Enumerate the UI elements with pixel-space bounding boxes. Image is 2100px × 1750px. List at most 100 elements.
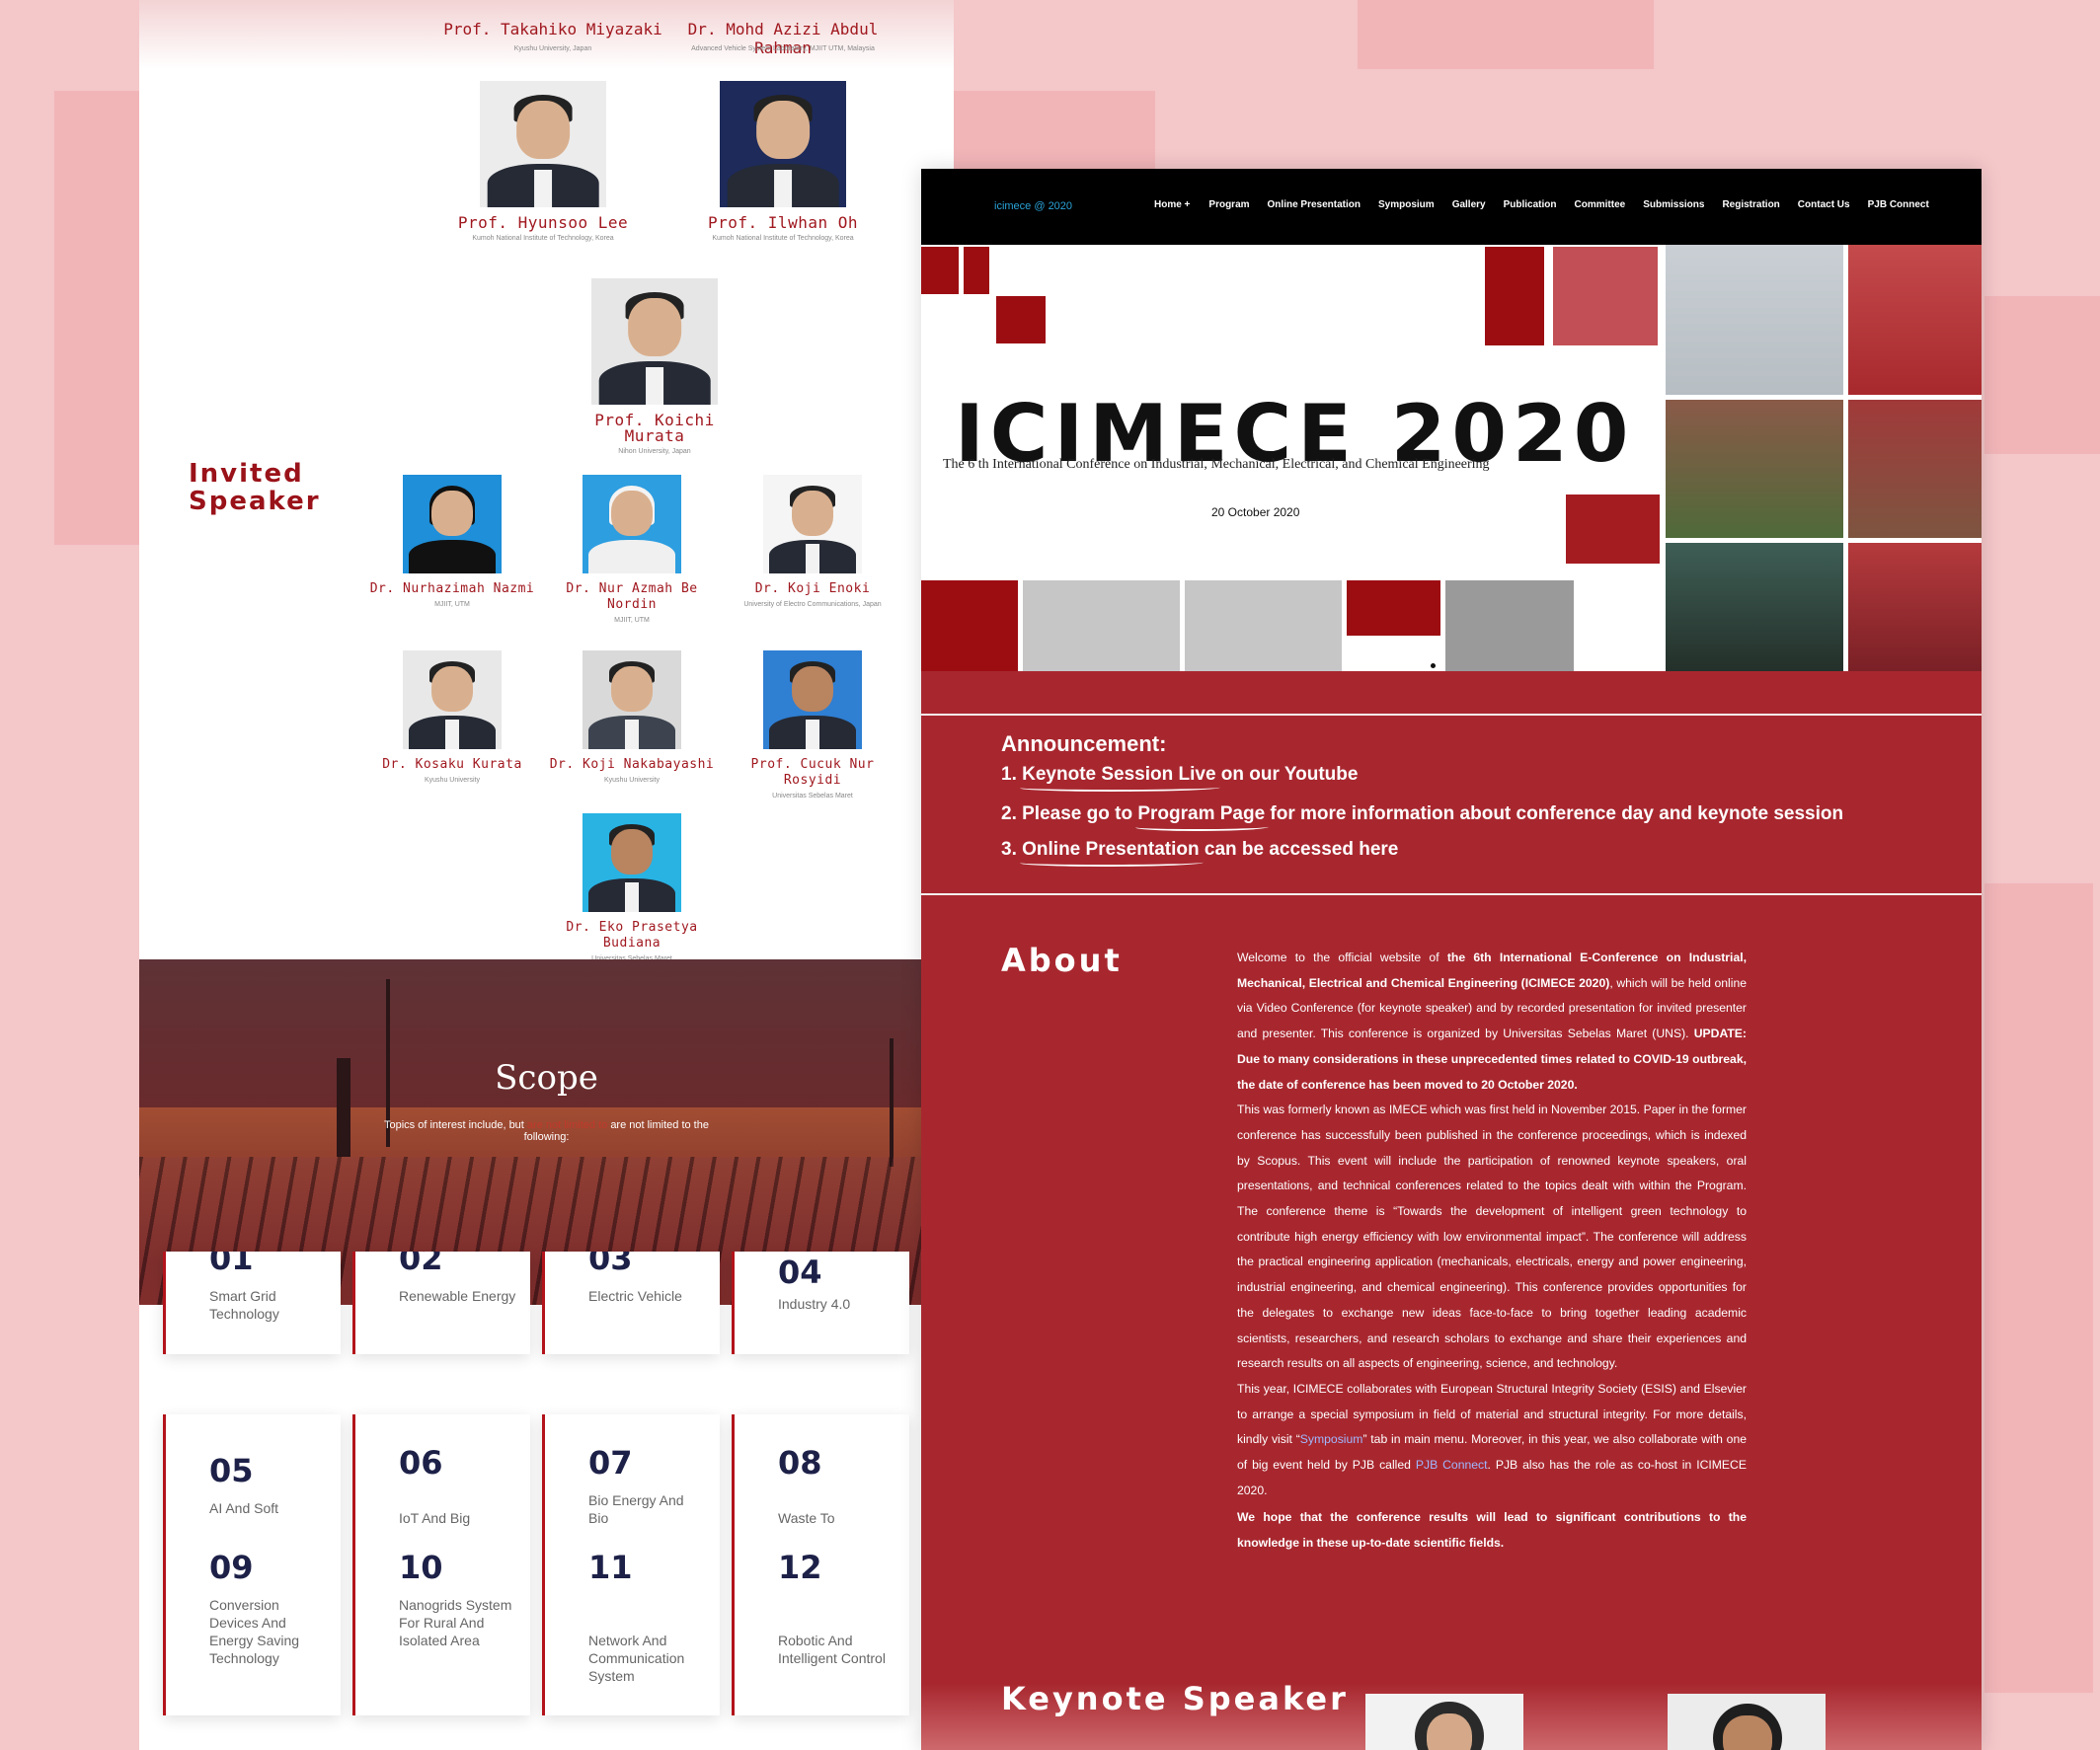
speaker-name: Dr. Kosaku Kurata — [382, 757, 522, 772]
speaker-card: Dr. Eko Prasetya Budiana Universitas Seb… — [543, 813, 721, 963]
scope-subtitle: Topics of interest include, but are not … — [381, 1119, 712, 1143]
topic-card[interactable]: 02 Renewable Energy — [352, 1252, 530, 1354]
top-navbar: icimece @ 2020 Home + Program Online Pre… — [921, 169, 1982, 245]
campus-photo — [1666, 400, 1843, 538]
hero-banner: ICIMECE 2020 The 6 th International Conf… — [921, 245, 1982, 671]
topic-label: Electric Vehicle — [588, 1288, 682, 1304]
nav-contact-us[interactable]: Contact Us — [1798, 199, 1850, 210]
announcement-item: 3. Online Presentation can be accessed h… — [1001, 839, 1398, 861]
decor-square — [921, 247, 959, 294]
speaker-card: Prof. Koichi Murata Nihon University, Ja… — [566, 278, 743, 456]
speaker-card: Dr. Koji Nakabayashi Kyushu University — [543, 650, 721, 785]
scope-title: Scope — [495, 1058, 598, 1098]
speaker-affiliation: Kyushu University — [603, 777, 661, 784]
about-paragraph: Welcome to the official website of the 6… — [1237, 946, 1747, 1098]
speaker-affiliation: Universitas Sebelas Maret — [772, 793, 853, 799]
campus-photo — [1848, 400, 1982, 538]
announcement-text: for more information about conference da… — [1265, 803, 1844, 824]
speaker-affiliation: Nihon University, Japan — [618, 448, 691, 455]
topic-card[interactable]: 06 IoT And Big 10 Nanogrids System For R… — [352, 1414, 530, 1715]
speakers-scope-page: Prof. Takahiko Miyazaki Kyushu Universit… — [139, 0, 954, 1750]
speaker-name: Dr. Koji Enoki — [754, 581, 871, 596]
nav-online-presentation[interactable]: Online Presentation — [1268, 199, 1361, 210]
announcement-text: 1. — [1001, 764, 1023, 785]
topic-number: 03 — [588, 1252, 633, 1277]
nav-symposium[interactable]: Symposium — [1378, 199, 1435, 210]
speaker-affiliation: Kumoh National Institute of Technology, … — [712, 235, 854, 242]
nav-program[interactable]: Program — [1208, 199, 1249, 210]
pjb-connect-link[interactable]: PJB Connect — [1416, 1458, 1488, 1472]
topic-card[interactable]: 04 Industry 4.0 — [732, 1252, 909, 1354]
topic-label: Conversion Devices And Energy Saving Tec… — [209, 1597, 300, 1666]
speaker-card: Prof. Cucuk Nur Rosyidi Universitas Sebe… — [724, 650, 901, 800]
announcement-box: Announcement: 1. Keynote Session Live on… — [921, 714, 1982, 895]
topic-number: 06 — [399, 1444, 443, 1482]
speaker-card: Prof. Ilwhan Oh Kumoh National Institute… — [694, 81, 872, 243]
campus-photo — [1848, 543, 1982, 671]
hero-date: 20 October 2020 — [1211, 505, 1300, 519]
topic-card[interactable]: 07 Bio Energy And Bio 11 Network And Com… — [542, 1414, 720, 1715]
nav-submissions[interactable]: Submissions — [1643, 199, 1704, 210]
topic-label: Network And Communication System — [588, 1633, 685, 1684]
speaker-photo — [720, 81, 846, 207]
speaker-name: Prof. Ilwhan Oh — [708, 213, 858, 232]
topic-card[interactable]: 03 Electric Vehicle — [542, 1252, 720, 1354]
speaker-name: Prof. Koichi Murata — [594, 411, 715, 445]
nav-registration[interactable]: Registration — [1722, 199, 1779, 210]
topic-label: Renewable Energy — [399, 1288, 516, 1304]
topic-number: 04 — [778, 1254, 822, 1291]
decor-square — [1445, 580, 1574, 671]
background-block — [1984, 296, 2100, 454]
speaker-photo — [591, 278, 718, 405]
speaker-card: Dr. Nur Azmah Be Nordin MJIIT, UTM — [543, 475, 721, 625]
campus-photo — [1666, 543, 1843, 671]
decor-square — [1566, 495, 1660, 564]
symposium-link[interactable]: Symposium — [1300, 1432, 1363, 1446]
campus-photo — [1848, 245, 1982, 395]
about-paragraph: We hope that the conference results will… — [1237, 1510, 1747, 1551]
speaker-affiliation: Kyushu University, Japan — [513, 45, 592, 52]
keynote-session-link[interactable]: Keynote Session Live — [1022, 764, 1215, 785]
speaker-photo — [763, 650, 862, 749]
slider-dot[interactable] — [1431, 663, 1436, 668]
announcement-item: 1. Keynote Session Live on our Youtube — [1001, 764, 1358, 786]
topic-label: Robotic And Intelligent Control — [778, 1633, 886, 1666]
topic-card[interactable]: 05 AI And Soft Computing 09 Conversion D… — [163, 1414, 341, 1715]
program-page-link[interactable]: Program Page — [1137, 803, 1265, 824]
speaker-name: Dr. Nur Azmah Be Nordin — [566, 581, 698, 612]
online-presentation-link[interactable]: Online Presentation — [1022, 839, 1199, 860]
about-heading: About — [1001, 942, 1123, 979]
decor-square — [964, 247, 989, 294]
topic-card[interactable]: 08 Waste To 12 Robotic And Intelligent C… — [732, 1414, 909, 1715]
site-logo[interactable]: icimece @ 2020 — [994, 200, 1072, 212]
announcement-text: can be accessed here — [1199, 839, 1399, 860]
decor-square — [1023, 580, 1180, 671]
topic-label: Waste To — [778, 1510, 835, 1526]
speaker-photo — [583, 650, 681, 749]
topic-label: AI And Soft Computing — [209, 1500, 279, 1516]
nav-pjb-connect[interactable]: PJB Connect — [1868, 199, 1929, 210]
topic-label: Bio Energy And Bio — [588, 1492, 684, 1526]
main-menu: Home + Program Online Presentation Sympo… — [1154, 199, 1929, 210]
decor-square — [1485, 247, 1544, 345]
nav-publication[interactable]: Publication — [1504, 199, 1557, 210]
topic-card[interactable]: 01 Smart Grid Technology — [163, 1252, 341, 1354]
nav-committee[interactable]: Committee — [1575, 199, 1626, 210]
speaker-affiliation: Kumoh National Institute of Technology, … — [472, 235, 614, 242]
topic-number: 11 — [588, 1549, 633, 1586]
decor-square — [1185, 580, 1342, 671]
about-paragraph: This was formerly known as IMECE which w… — [1237, 1103, 1747, 1371]
speaker-card: Prof. Hyunsoo Lee Kumoh National Institu… — [454, 81, 632, 243]
background-block — [1984, 883, 2093, 1693]
speaker-photo — [583, 475, 681, 573]
nav-gallery[interactable]: Gallery — [1452, 199, 1486, 210]
speaker-affiliation: Advanced Vehicle System Laboratory, MJII… — [691, 45, 875, 52]
speaker-name: Dr. Nurhazimah Nazmi — [369, 581, 535, 596]
speaker-photo — [480, 81, 606, 207]
speaker-affiliation: Kyushu University — [424, 777, 481, 784]
speaker-photo — [403, 475, 502, 573]
speaker-card: Dr. Kosaku Kurata Kyushu University — [363, 650, 541, 785]
topic-number: 02 — [399, 1252, 443, 1277]
decor-square — [921, 580, 1018, 671]
nav-home[interactable]: Home + — [1154, 199, 1190, 210]
